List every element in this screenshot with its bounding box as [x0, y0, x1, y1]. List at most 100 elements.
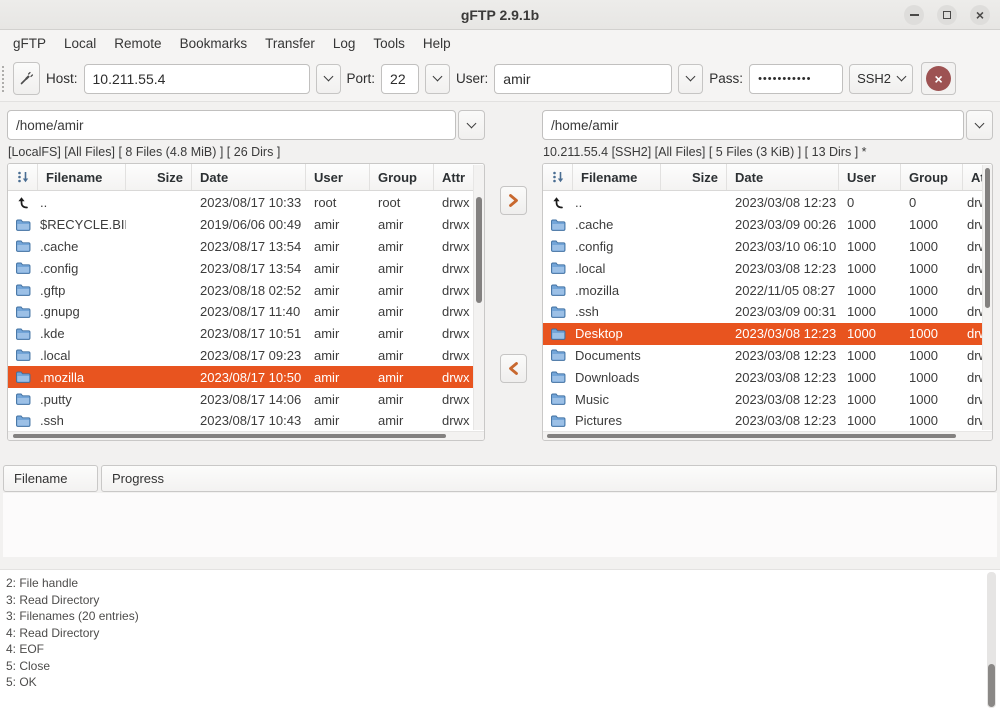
file-user: amir — [306, 261, 370, 276]
file-row-Music[interactable]: Music2023/03/08 12:2310001000drwx — [543, 388, 992, 410]
remote-horizontal-scrollbar[interactable] — [543, 431, 992, 440]
disconnect-button[interactable]: × — [921, 62, 956, 95]
queue-list — [3, 493, 997, 557]
menu-bookmarks[interactable]: Bookmarks — [171, 34, 257, 53]
file-group: amir — [370, 413, 434, 428]
column-header-size[interactable]: Size — [661, 164, 727, 190]
minimize-button[interactable] — [904, 5, 924, 25]
host-combo-button[interactable] — [316, 64, 341, 94]
folder-icon — [543, 305, 573, 319]
menu-transfer[interactable]: Transfer — [256, 34, 324, 53]
local-path-combo-button[interactable] — [458, 110, 485, 140]
file-row-.config[interactable]: .config2023/03/10 06:1010001000drwx — [543, 236, 992, 258]
file-row-.cache[interactable]: .cache2023/03/09 00:2610001000drwx — [543, 214, 992, 236]
port-input[interactable] — [381, 64, 419, 94]
file-user: 1000 — [839, 283, 901, 298]
file-group: amir — [370, 392, 434, 407]
local-vertical-scrollbar[interactable] — [473, 165, 484, 430]
file-date: 2023/03/08 12:23 — [727, 392, 839, 407]
column-header-size[interactable]: Size — [126, 164, 192, 190]
column-header-user[interactable]: User — [306, 164, 370, 190]
remote-path-combo-button[interactable] — [966, 110, 993, 140]
file-row-.cache[interactable]: .cache2023/08/17 13:54amiramirdrwx — [8, 236, 484, 258]
menu-log[interactable]: Log — [324, 34, 365, 53]
remote-list-header: Filename Size Date User Group Attr — [543, 164, 992, 191]
minimize-icon — [910, 14, 919, 16]
sort-icon — [15, 169, 31, 185]
user-input[interactable] — [494, 64, 672, 94]
folder-icon — [543, 414, 573, 428]
transfer-right-button[interactable] — [500, 186, 527, 215]
file-name: .gftp — [38, 283, 126, 298]
user-combo-button[interactable] — [678, 64, 703, 94]
file-row-Pictures[interactable]: Pictures2023/03/08 12:2310001000drwx — [543, 410, 992, 431]
maximize-button[interactable] — [937, 5, 957, 25]
file-row-Downloads[interactable]: Downloads2023/03/08 12:2310001000drwx — [543, 366, 992, 388]
password-input[interactable] — [749, 64, 843, 94]
menu-gftp[interactable]: gFTP — [4, 34, 55, 53]
column-header-date[interactable]: Date — [727, 164, 839, 190]
menu-tools[interactable]: Tools — [364, 34, 414, 53]
local-path-input[interactable] — [7, 110, 456, 140]
log-line: 4: EOF — [6, 641, 1000, 658]
column-header-group[interactable]: Group — [901, 164, 963, 190]
sort-column-header[interactable] — [8, 164, 38, 190]
column-header-group[interactable]: Group — [370, 164, 434, 190]
local-file-list: Filename Size Date User Group Attr ..202… — [7, 163, 485, 441]
file-group: 0 — [901, 195, 963, 210]
file-row-$RECYCLE.BIN[interactable]: $RECYCLE.BIN2019/06/06 00:49amiramirdrwx — [8, 214, 484, 236]
scrollbar-thumb[interactable] — [547, 434, 956, 438]
menu-help[interactable]: Help — [414, 34, 460, 53]
window-title: gFTP 2.9.1b — [0, 7, 1000, 23]
file-row-.ssh[interactable]: .ssh2023/03/09 00:3110001000drwx — [543, 301, 992, 323]
column-header-filename[interactable]: Filename — [38, 164, 126, 190]
file-row-.config[interactable]: .config2023/08/17 13:54amiramirdrwx — [8, 257, 484, 279]
scrollbar-thumb[interactable] — [476, 197, 482, 303]
file-row-Desktop[interactable]: Desktop2023/03/08 12:2310001000drwx — [543, 323, 992, 345]
file-row-.mozilla[interactable]: .mozilla2023/08/17 10:50amiramirdrwx — [8, 366, 484, 388]
scrollbar-thumb[interactable] — [985, 168, 990, 308]
column-header-date[interactable]: Date — [192, 164, 306, 190]
menubar: gFTP Local Remote Bookmarks Transfer Log… — [0, 30, 1000, 56]
file-row-Documents[interactable]: Documents2023/03/08 12:2310001000drwx — [543, 345, 992, 367]
sort-column-header[interactable] — [543, 164, 573, 190]
file-row-.local[interactable]: .local2023/03/08 12:2310001000drwx — [543, 257, 992, 279]
close-button[interactable]: × — [970, 5, 990, 25]
file-group: 1000 — [901, 217, 963, 232]
menu-local[interactable]: Local — [55, 34, 105, 53]
file-row-..[interactable]: ..2023/08/17 10:33rootrootdrwx — [8, 192, 484, 214]
queue-filename-header[interactable]: Filename — [3, 465, 98, 492]
sort-icon — [550, 169, 566, 185]
file-row-.mozilla[interactable]: .mozilla2022/11/05 08:2710001000drwx — [543, 279, 992, 301]
log-scrollbar[interactable] — [987, 572, 996, 708]
protocol-select[interactable]: SSH2 — [849, 64, 913, 94]
remote-vertical-scrollbar[interactable] — [982, 165, 992, 430]
host-input[interactable] — [84, 64, 310, 94]
file-row-.local[interactable]: .local2023/08/17 09:23amiramirdrwx — [8, 345, 484, 367]
folder-icon — [543, 283, 573, 297]
local-horizontal-scrollbar[interactable] — [8, 431, 484, 440]
queue-progress-header[interactable]: Progress — [101, 465, 997, 492]
file-row-.gnupg[interactable]: .gnupg2023/08/17 11:40amiramirdrwx — [8, 301, 484, 323]
file-row-.putty[interactable]: .putty2023/08/17 14:06amiramirdrwx — [8, 388, 484, 410]
column-header-user[interactable]: User — [839, 164, 901, 190]
file-group: root — [370, 195, 434, 210]
file-date: 2019/06/06 00:49 — [192, 217, 306, 232]
file-row-.gftp[interactable]: .gftp2023/08/18 02:52amiramirdrwx — [8, 279, 484, 301]
toolbar-grip[interactable] — [2, 66, 5, 92]
column-header-filename[interactable]: Filename — [573, 164, 661, 190]
connect-button[interactable] — [13, 62, 40, 95]
transfer-arrows — [487, 110, 540, 441]
file-user: amir — [306, 348, 370, 363]
file-row-..[interactable]: ..2023/03/08 12:2300drwx — [543, 192, 992, 214]
scrollbar-thumb[interactable] — [988, 664, 995, 706]
remote-path-input[interactable] — [542, 110, 964, 140]
log-line: 5: Close — [6, 658, 1000, 675]
menu-remote[interactable]: Remote — [105, 34, 170, 53]
port-combo-button[interactable] — [425, 64, 450, 94]
file-row-.ssh[interactable]: .ssh2023/08/17 10:43amiramirdrwx — [8, 410, 484, 431]
queue-header: Filename Progress — [3, 465, 997, 492]
scrollbar-thumb[interactable] — [13, 434, 446, 438]
file-row-.kde[interactable]: .kde2023/08/17 10:51amiramirdrwx — [8, 323, 484, 345]
transfer-left-button[interactable] — [500, 354, 527, 383]
